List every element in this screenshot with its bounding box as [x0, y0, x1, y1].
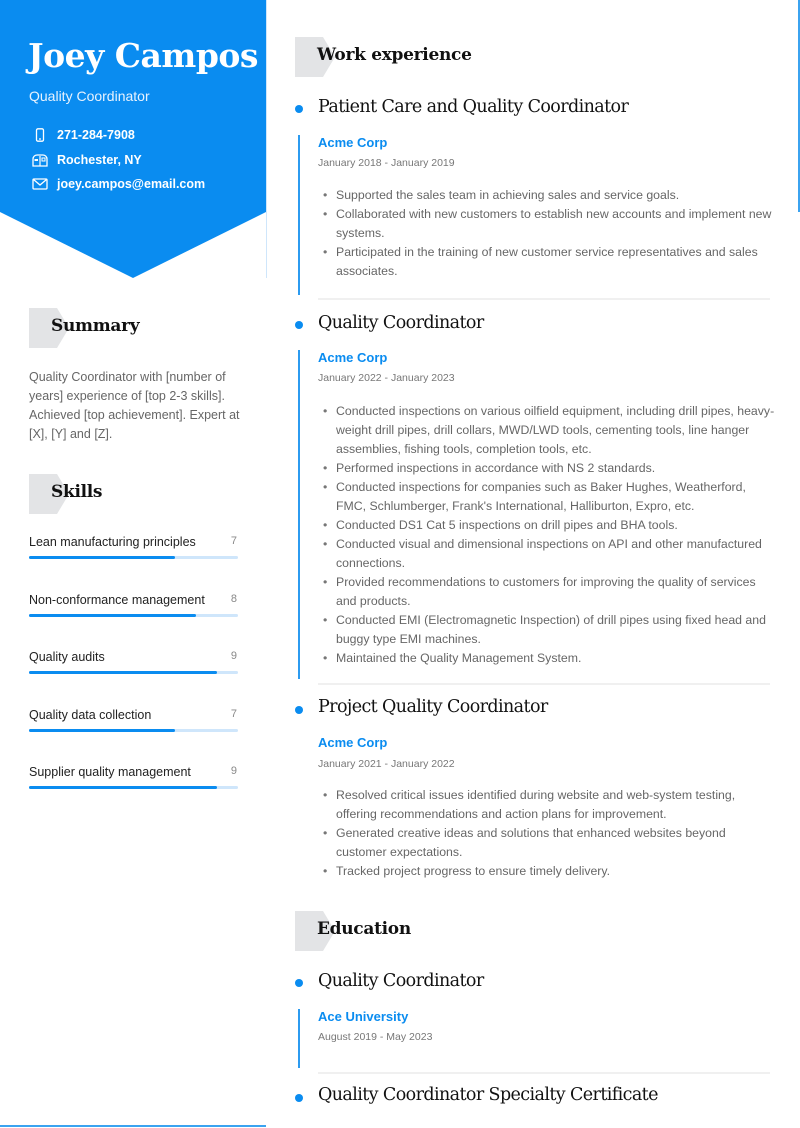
- education-institution: Ace University: [318, 1009, 409, 1024]
- job-bullet: Participated in the training of new cust…: [318, 243, 778, 281]
- profile-role: Quality Coordinator: [29, 88, 150, 104]
- skill-value: 9: [230, 650, 237, 662]
- skill-bar-fill: [29, 786, 218, 789]
- job-dates: January 2022 - January 2023: [318, 372, 455, 384]
- job-bullet: Provided recommendations to customers fo…: [318, 573, 778, 611]
- skill-item: Quality data collection 7: [29, 708, 238, 732]
- job-bullet: Supported the sales team in achieving sa…: [318, 186, 778, 205]
- timeline-dot: [295, 321, 303, 329]
- entry-separator: [318, 683, 770, 685]
- timeline-line: [298, 1009, 300, 1068]
- job-bullet: Generated creative ideas and solutions t…: [318, 824, 778, 862]
- job-dates: January 2021 - January 2022: [318, 758, 455, 770]
- skill-bar-track: [29, 614, 238, 617]
- skill-bar-track: [29, 786, 238, 789]
- job-title: Patient Care and Quality Coordinator: [318, 97, 629, 117]
- skill-bar-fill: [29, 671, 218, 674]
- work-title: Work experience: [317, 45, 472, 65]
- timeline-line: [298, 350, 300, 679]
- job-bullet: Resolved critical issues identified duri…: [318, 786, 778, 824]
- job-bullet: Tracked project progress to ensure timel…: [318, 862, 778, 881]
- contact-phone-text: 271-284-7908: [57, 128, 135, 142]
- skill-label: Lean manufacturing principles: [29, 535, 196, 549]
- job-bullets: Conducted inspections on various oilfiel…: [318, 402, 778, 668]
- job-bullet: Collaborated with new customers to estab…: [318, 205, 778, 243]
- job-bullet: Conducted inspections on various oilfiel…: [318, 402, 778, 459]
- skill-item: Supplier quality management 9: [29, 765, 238, 789]
- skill-label: Quality audits: [29, 650, 105, 664]
- main-content: Work experience Patient Care and Quality…: [266, 0, 800, 1128]
- entry-separator: [318, 298, 770, 300]
- skill-bar-track: [29, 556, 238, 559]
- job-bullet: Conducted DS1 Cat 5 inspections on drill…: [318, 516, 778, 535]
- contact-location-text: Rochester, NY: [57, 153, 142, 167]
- job-bullet: Conducted inspections for companies such…: [318, 478, 778, 516]
- skill-label: Quality data collection: [29, 708, 152, 722]
- education-title: Education: [317, 919, 411, 939]
- timeline-dot: [295, 1094, 303, 1102]
- summary-title: Summary: [51, 316, 140, 336]
- job-bullet: Conducted visual and dimensional inspect…: [318, 535, 778, 573]
- job-bullet: Conducted EMI (Electromagnetic Inspectio…: [318, 611, 778, 649]
- job-bullets: Supported the sales team in achieving sa…: [318, 186, 778, 281]
- skill-value: 7: [230, 535, 237, 547]
- contact-location: Rochester, NY: [32, 153, 142, 167]
- skill-item: Lean manufacturing principles 7: [29, 535, 238, 559]
- profile-name: Joey Campos: [28, 36, 259, 75]
- education-title-item: Quality Coordinator: [318, 971, 484, 991]
- timeline-line: [298, 135, 300, 295]
- mailbox-icon: [32, 154, 48, 167]
- education-dates: August 2019 - May 2023: [318, 1031, 433, 1043]
- skill-bar-fill: [29, 556, 176, 559]
- job-bullet: Performed inspections in accordance with…: [318, 459, 778, 478]
- skill-value: 7: [230, 708, 237, 720]
- job-dates: January 2018 - January 2019: [318, 157, 455, 169]
- skill-item: Non-conformance management 8: [29, 593, 238, 617]
- skill-bar-fill: [29, 614, 197, 617]
- skill-bar-track: [29, 671, 238, 674]
- skill-bar-fill: [29, 729, 176, 732]
- contact-email[interactable]: joey.campos@email.com: [32, 177, 205, 191]
- skill-label: Non-conformance management: [29, 593, 205, 607]
- job-bullets: Resolved critical issues identified duri…: [318, 786, 778, 881]
- phone-icon: [35, 128, 45, 142]
- entry-separator: [318, 1072, 770, 1074]
- job-company: Acme Corp: [318, 135, 388, 150]
- timeline-dot: [295, 105, 303, 113]
- job-company: Acme Corp: [318, 735, 388, 750]
- job-bullet: Maintained the Quality Management System…: [318, 649, 778, 668]
- skill-value: 9: [230, 765, 237, 777]
- skill-item: Quality audits 9: [29, 650, 238, 674]
- education-title-item: Quality Coordinator Specialty Certificat…: [318, 1085, 658, 1105]
- contact-phone: 271-284-7908: [32, 128, 135, 142]
- skill-label: Supplier quality management: [29, 765, 191, 779]
- job-title: Project Quality Coordinator: [318, 697, 548, 717]
- job-company: Acme Corp: [318, 350, 388, 365]
- skills-title: Skills: [51, 482, 103, 502]
- envelope-icon: [32, 178, 48, 190]
- summary-text: Quality Coordinator with [number of year…: [29, 370, 240, 441]
- contact-email-text[interactable]: joey.campos@email.com: [57, 177, 205, 191]
- job-title: Quality Coordinator: [318, 313, 484, 333]
- timeline-dot: [295, 979, 303, 987]
- skill-bar-track: [29, 729, 238, 732]
- profile-header: Joey Campos Quality Coordinator 271-284-…: [0, 0, 266, 278]
- skill-value: 8: [230, 593, 237, 605]
- sidebar: Joey Campos Quality Coordinator 271-284-…: [0, 0, 267, 1128]
- sidebar-bottom-divider: [0, 1125, 266, 1127]
- timeline-dot: [295, 706, 303, 714]
